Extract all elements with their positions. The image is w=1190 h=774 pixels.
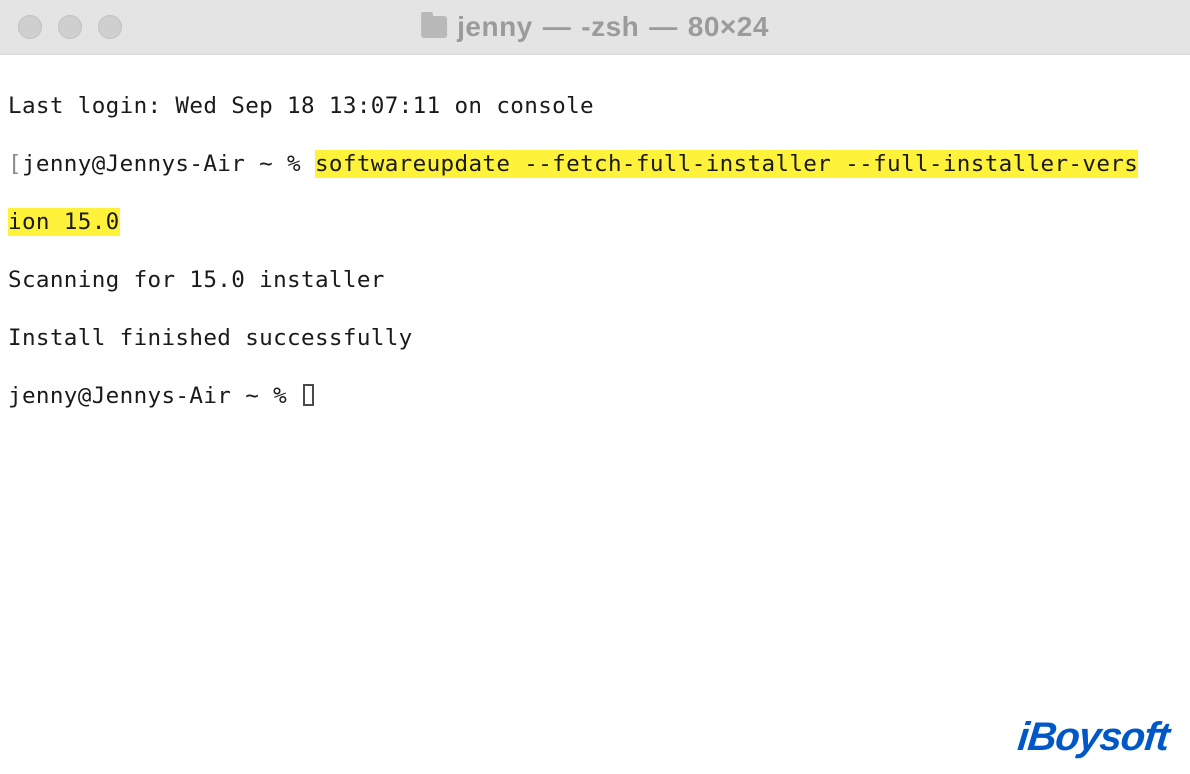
- title-process: -zsh: [581, 11, 639, 43]
- title-folder: jenny: [457, 11, 533, 43]
- prompt-1: jenny@Jennys-Air ~ %: [22, 151, 315, 177]
- command-line-1: [jenny@Jennys-Air ~ % softwareupdate --f…: [8, 150, 1182, 179]
- window-titlebar: jenny — -zsh — 80×24: [0, 0, 1190, 55]
- open-bracket: [: [8, 151, 22, 177]
- highlighted-command-part2: ion 15.0: [8, 208, 120, 236]
- prompt-2: jenny@Jennys-Air ~ %: [8, 383, 301, 409]
- terminal-content[interactable]: Last login: Wed Sep 18 13:07:11 on conso…: [0, 55, 1190, 448]
- title-size: 80×24: [688, 11, 769, 43]
- window-controls: [18, 15, 122, 39]
- folder-icon: [421, 16, 447, 38]
- cursor: [303, 384, 314, 406]
- watermark-logo: iBoysoft: [1015, 715, 1170, 760]
- fullscreen-button[interactable]: [98, 15, 122, 39]
- output-line-2: Install finished successfully: [8, 324, 1182, 353]
- last-login-line: Last login: Wed Sep 18 13:07:11 on conso…: [8, 92, 1182, 121]
- output-line-1: Scanning for 15.0 installer: [8, 266, 1182, 295]
- close-button[interactable]: [18, 15, 42, 39]
- highlighted-command-part1: softwareupdate --fetch-full-installer --…: [315, 150, 1138, 178]
- command-line-2: ion 15.0: [8, 208, 1182, 237]
- title-sep1: —: [543, 11, 572, 43]
- prompt-line-2: jenny@Jennys-Air ~ %: [8, 382, 1182, 411]
- window-title: jenny — -zsh — 80×24: [421, 11, 769, 43]
- minimize-button[interactable]: [58, 15, 82, 39]
- title-sep2: —: [649, 11, 678, 43]
